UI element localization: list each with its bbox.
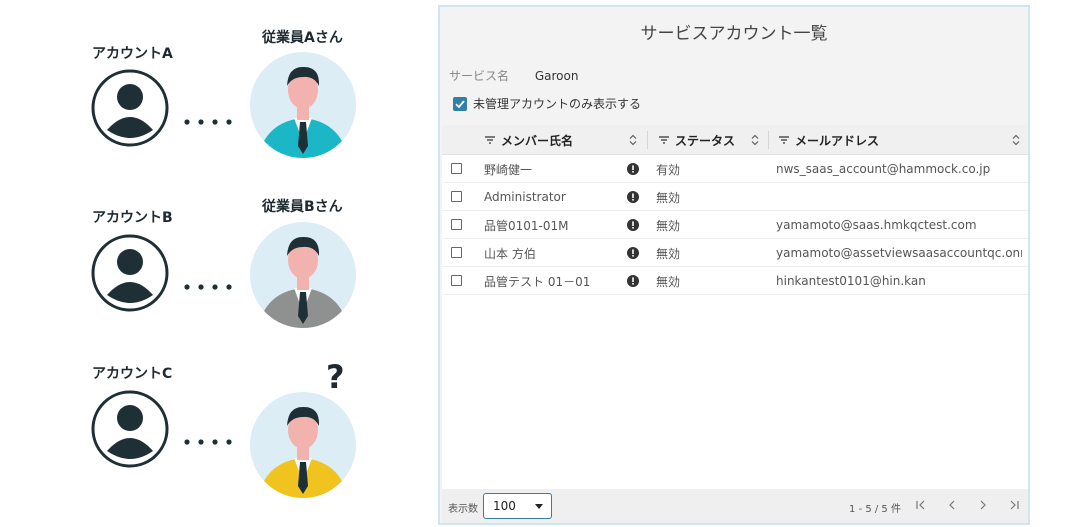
row-checkbox[interactable]	[451, 191, 462, 202]
row-checkbox[interactable]	[451, 219, 462, 230]
row-checkbox[interactable]	[451, 247, 462, 258]
email-cell: yamamoto@assetviewsaasaccountqc.onm⋯	[776, 246, 1022, 260]
member-name-cell: 野崎健一	[484, 162, 533, 177]
account-a-label: アカウントA	[92, 46, 173, 62]
column-header-member-name[interactable]: メンバー氏名	[484, 125, 639, 155]
service-name-value: Garoon	[534, 69, 579, 83]
column-header-status[interactable]: ステータス	[658, 125, 768, 155]
column-label-member-name: メンバー氏名	[501, 133, 574, 148]
member-name-cell: Administrator	[484, 190, 566, 204]
page-size-select[interactable]: 100	[483, 493, 552, 519]
filter-icon[interactable]	[484, 134, 496, 146]
last-page-icon[interactable]	[1007, 498, 1021, 512]
sort-icon[interactable]	[1011, 134, 1021, 146]
employee-b-label: 従業員Bさん	[262, 199, 343, 215]
account-table: メンバー氏名 ステータス メールアドレス 野崎健一 有効 nws_saas_ac…	[442, 125, 1028, 489]
status-cell: 無効	[656, 190, 681, 205]
column-header-email[interactable]: メールアドレス	[778, 125, 1023, 155]
service-name-label: サービス名	[449, 69, 510, 83]
alert-icon	[627, 275, 639, 287]
account-c-label: アカウントC	[92, 366, 173, 382]
next-page-icon[interactable]	[976, 498, 990, 512]
column-label-status: ステータス	[675, 133, 736, 148]
check-icon	[455, 99, 465, 108]
ellipsis-dots-c	[184, 439, 232, 445]
status-cell: 有効	[656, 162, 681, 177]
unmanaged-only-checkbox[interactable]	[453, 96, 467, 111]
account-b-label: アカウントB	[92, 210, 173, 226]
service-account-panel: サービスアカウント一覧 サービス名 Garoon 未管理アカウントのみ表示する …	[438, 5, 1030, 525]
table-row[interactable]: Administrator 無効	[442, 183, 1028, 211]
first-page-icon[interactable]	[914, 498, 928, 512]
account-c-user-icon	[91, 390, 169, 468]
table-header: メンバー氏名 ステータス メールアドレス	[442, 125, 1028, 155]
filter-icon[interactable]	[658, 134, 670, 146]
account-b-user-icon	[91, 234, 169, 312]
column-label-email: メールアドレス	[795, 133, 880, 148]
alert-icon	[627, 219, 639, 231]
page-size-label: 表示数	[448, 504, 478, 515]
chevron-down-icon	[535, 504, 543, 509]
status-cell: 無効	[656, 218, 681, 233]
status-cell: 無効	[656, 246, 681, 261]
email-cell: yamamoto@saas.hmkqctest.com	[776, 218, 977, 232]
table-row[interactable]: 品管テスト 01－01 無効 hinkantest0101@hin.kan	[442, 267, 1028, 295]
employee-a-avatar-icon	[250, 52, 356, 158]
alert-icon	[627, 247, 639, 259]
ellipsis-dots-a	[184, 119, 232, 125]
row-checkbox[interactable]	[451, 275, 462, 286]
employee-b-avatar-icon	[250, 222, 356, 328]
account-mapping-illustration: アカウントA 従業員Aさん アカウントB 従業員Bさん アカウントC ?	[0, 0, 430, 527]
service-name-row: サービス名 Garoon	[449, 67, 578, 84]
page-size-value: 100	[493, 499, 516, 513]
alert-icon	[627, 163, 639, 175]
member-name-cell: 山本 方伯	[484, 246, 536, 261]
status-cell: 無効	[656, 274, 681, 289]
member-name-cell: 品管0101-01M	[484, 218, 569, 233]
row-checkbox[interactable]	[451, 163, 462, 174]
page-title: サービスアカウント一覧	[640, 24, 828, 44]
table-row[interactable]: 品管0101-01M 無効 yamamoto@saas.hmkqctest.co…	[442, 211, 1028, 239]
table-row[interactable]: 山本 方伯 無効 yamamoto@assetviewsaasaccountqc…	[442, 239, 1028, 267]
account-a-user-icon	[91, 69, 169, 147]
employee-a-label: 従業員Aさん	[262, 30, 343, 46]
table-footer: 表示数 100 1 - 5 / 5 件	[442, 489, 1028, 523]
ellipsis-dots-b	[184, 284, 232, 290]
employee-c-avatar-icon	[250, 392, 356, 498]
unmanaged-only-toggle[interactable]: 未管理アカウントのみ表示する	[453, 95, 641, 112]
member-name-cell: 品管テスト 01－01	[484, 274, 591, 289]
email-cell: hinkantest0101@hin.kan	[776, 274, 926, 288]
email-cell: nws_saas_account@hammock.co.jp	[776, 162, 991, 176]
unmanaged-only-label: 未管理アカウントのみ表示する	[473, 97, 642, 111]
sort-icon[interactable]	[750, 134, 760, 146]
table-row[interactable]: 野崎健一 有効 nws_saas_account@hammock.co.jp	[442, 155, 1028, 183]
sort-icon[interactable]	[628, 134, 638, 146]
email-cell	[776, 183, 1022, 211]
alert-icon	[627, 191, 639, 203]
previous-page-icon[interactable]	[945, 498, 959, 512]
pagination-range: 1 - 5 / 5 件	[849, 504, 901, 515]
filter-icon[interactable]	[778, 134, 790, 146]
